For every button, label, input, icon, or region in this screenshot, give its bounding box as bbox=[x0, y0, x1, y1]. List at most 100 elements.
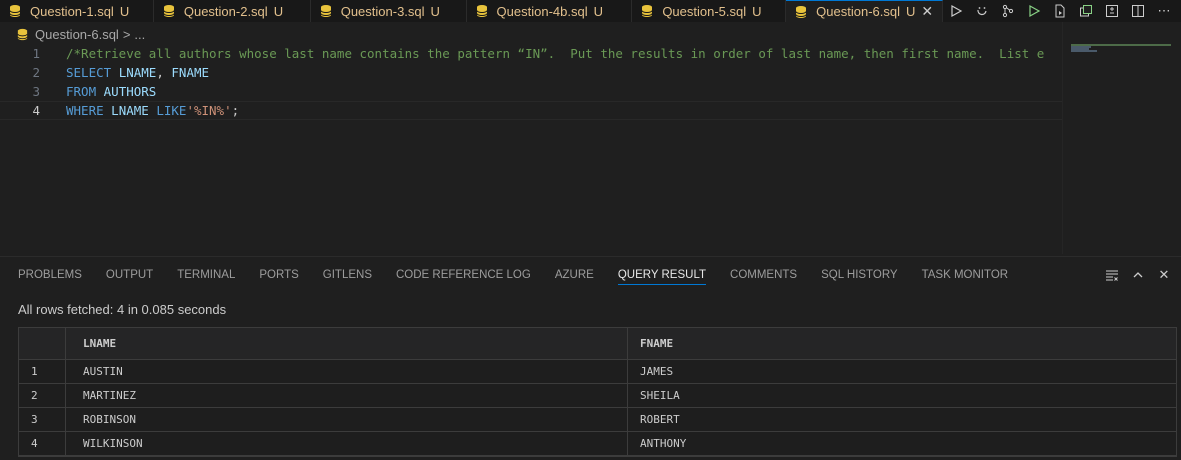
sql-statement: SELECT LNAME, FNAME bbox=[66, 65, 209, 80]
close-icon[interactable]: ✕ bbox=[1151, 265, 1177, 285]
editor-actions: ⋯ bbox=[943, 0, 1181, 22]
sql-keyword: LIKE bbox=[156, 103, 187, 118]
code-editor[interactable]: 1 /*Retrieve all authors whose last name… bbox=[0, 44, 1062, 254]
run-alt-icon[interactable] bbox=[1021, 0, 1047, 22]
chevron-right-icon: > bbox=[122, 26, 131, 42]
tab-comments[interactable]: COMMENTS bbox=[730, 265, 797, 285]
tab-label: Question-5.sql bbox=[662, 3, 747, 19]
row-index: 3 bbox=[31, 413, 38, 426]
tab-status: U bbox=[273, 3, 284, 19]
cell-fname[interactable]: ANTHONY bbox=[627, 432, 1176, 455]
code-line-current: 4 WHERE LNAME LIKE'%IN%'; bbox=[0, 101, 1062, 120]
run-icon[interactable] bbox=[943, 0, 969, 22]
cell-fname[interactable]: SHEILA bbox=[627, 384, 1176, 407]
editor-tab-bar: Question-1.sql U Question-2.sql U Questi… bbox=[0, 0, 1181, 22]
column-header-lname[interactable]: LNAME bbox=[65, 328, 627, 359]
sql-keyword: SELECT bbox=[66, 65, 112, 80]
database-icon bbox=[476, 5, 488, 17]
row-index: 1 bbox=[31, 365, 38, 378]
tab-question-2[interactable]: Question-2.sql U bbox=[153, 0, 311, 22]
tab-problems[interactable]: PROBLEMS bbox=[18, 265, 82, 285]
table-row[interactable]: 1 AUSTIN JAMES bbox=[19, 360, 1176, 384]
tab-status: U bbox=[906, 4, 916, 19]
sql-string: '%IN%' bbox=[186, 103, 232, 118]
sql-punct: ; bbox=[231, 103, 240, 118]
close-icon[interactable]: ✕ bbox=[921, 3, 933, 20]
row-index: 2 bbox=[31, 389, 38, 402]
cell-fname[interactable]: JAMES bbox=[627, 360, 1176, 383]
results-grid: LNAME FNAME 1 AUSTIN JAMES 2 MARTINEZ SH… bbox=[18, 327, 1177, 457]
tab-output[interactable]: OUTPUT bbox=[106, 265, 153, 285]
row-index: 4 bbox=[31, 437, 38, 450]
sql-keyword: WHERE bbox=[66, 103, 104, 118]
tab-label: Question-6.sql bbox=[816, 4, 900, 19]
cell-lname[interactable]: MARTINEZ bbox=[65, 384, 627, 407]
tab-label: Question-4b.sql bbox=[496, 3, 588, 19]
query-status: All rows fetched: 4 in 0.085 seconds bbox=[18, 302, 227, 317]
database-icon bbox=[641, 5, 653, 17]
line-number: 3 bbox=[32, 84, 40, 99]
tab-code-reference-log[interactable]: CODE REFERENCE LOG bbox=[396, 265, 531, 285]
sql-comment: /*Retrieve all authors whose last name c… bbox=[66, 46, 1045, 61]
cell-lname[interactable]: AUSTIN bbox=[65, 360, 627, 383]
clear-icon[interactable] bbox=[1099, 265, 1125, 285]
tab-sql-history[interactable]: SQL HISTORY bbox=[821, 265, 897, 285]
database-icon bbox=[163, 5, 175, 17]
maximize-icon[interactable] bbox=[1125, 265, 1151, 285]
tab-query-result[interactable]: QUERY RESULT bbox=[617, 265, 707, 285]
split-editor-icon[interactable] bbox=[1125, 0, 1151, 22]
sql-identifier: LNAME bbox=[111, 103, 149, 118]
tab-question-1[interactable]: Question-1.sql U bbox=[0, 0, 154, 22]
source-control-icon[interactable] bbox=[995, 0, 1021, 22]
database-icon bbox=[9, 5, 21, 17]
table-row[interactable]: 3 ROBINSON ROBERT bbox=[19, 408, 1176, 432]
table-header: LNAME FNAME bbox=[19, 328, 1176, 360]
tab-label: Question-3.sql bbox=[340, 3, 425, 19]
sql-identifier: LNAME bbox=[118, 65, 157, 80]
breadcrumb-more[interactable]: ... bbox=[134, 27, 145, 42]
tab-question-6[interactable]: Question-6.sql U ✕ bbox=[786, 0, 944, 22]
sql-statement: FROM AUTHORS bbox=[66, 84, 156, 99]
refresh-icon[interactable] bbox=[969, 0, 995, 22]
compare-icon[interactable] bbox=[1099, 0, 1125, 22]
tab-question-5[interactable]: Question-5.sql U bbox=[632, 0, 787, 22]
tab-gitlens[interactable]: GITLENS bbox=[323, 265, 372, 285]
database-icon bbox=[17, 28, 28, 40]
panel-tabs: PROBLEMS OUTPUT TERMINAL PORTS GITLENS C… bbox=[18, 265, 1008, 285]
table-row[interactable]: 2 MARTINEZ SHEILA bbox=[19, 384, 1176, 408]
code-line: 2 SELECT LNAME, FNAME bbox=[0, 63, 1062, 82]
open-changes-icon[interactable] bbox=[1073, 0, 1099, 22]
sql-identifier: AUTHORS bbox=[103, 84, 157, 99]
cell-lname[interactable]: WILKINSON bbox=[65, 432, 627, 455]
line-number: 2 bbox=[32, 65, 40, 80]
tab-azure[interactable]: AZURE bbox=[555, 265, 594, 285]
minimap[interactable] bbox=[1062, 22, 1181, 254]
breadcrumb-file[interactable]: Question-6.sql bbox=[35, 27, 119, 42]
breadcrumb: Question-6.sql > ... bbox=[16, 24, 145, 44]
code-line: 3 FROM AUTHORS bbox=[0, 82, 1062, 101]
tab-question-3[interactable]: Question-3.sql U bbox=[310, 0, 467, 22]
tab-status: U bbox=[593, 3, 603, 19]
tab-terminal[interactable]: TERMINAL bbox=[177, 265, 235, 285]
sql-identifier: FNAME bbox=[171, 65, 210, 80]
bottom-panel: PROBLEMS OUTPUT TERMINAL PORTS GITLENS C… bbox=[0, 256, 1181, 460]
tab-status: U bbox=[119, 3, 130, 19]
tab-label: Question-2.sql bbox=[183, 3, 268, 19]
tab-label: Question-1.sql bbox=[30, 3, 114, 19]
sql-keyword: FROM bbox=[66, 84, 97, 99]
file-run-icon[interactable] bbox=[1047, 0, 1073, 22]
tab-task-monitor[interactable]: TASK MONITOR bbox=[922, 265, 1008, 285]
more-icon[interactable]: ⋯ bbox=[1151, 0, 1177, 22]
minimap-line bbox=[1071, 50, 1097, 52]
sql-punct: , bbox=[156, 65, 164, 80]
tab-status: U bbox=[430, 3, 440, 19]
line-number: 4 bbox=[32, 103, 40, 118]
line-number: 1 bbox=[32, 46, 40, 61]
tab-ports[interactable]: PORTS bbox=[259, 265, 298, 285]
column-header-fname[interactable]: FNAME bbox=[627, 328, 1176, 359]
cell-lname[interactable]: ROBINSON bbox=[65, 408, 627, 431]
tab-question-4b[interactable]: Question-4b.sql U bbox=[466, 0, 633, 22]
database-icon bbox=[795, 5, 807, 18]
table-row[interactable]: 4 WILKINSON ANTHONY bbox=[19, 432, 1176, 456]
cell-fname[interactable]: ROBERT bbox=[627, 408, 1176, 431]
